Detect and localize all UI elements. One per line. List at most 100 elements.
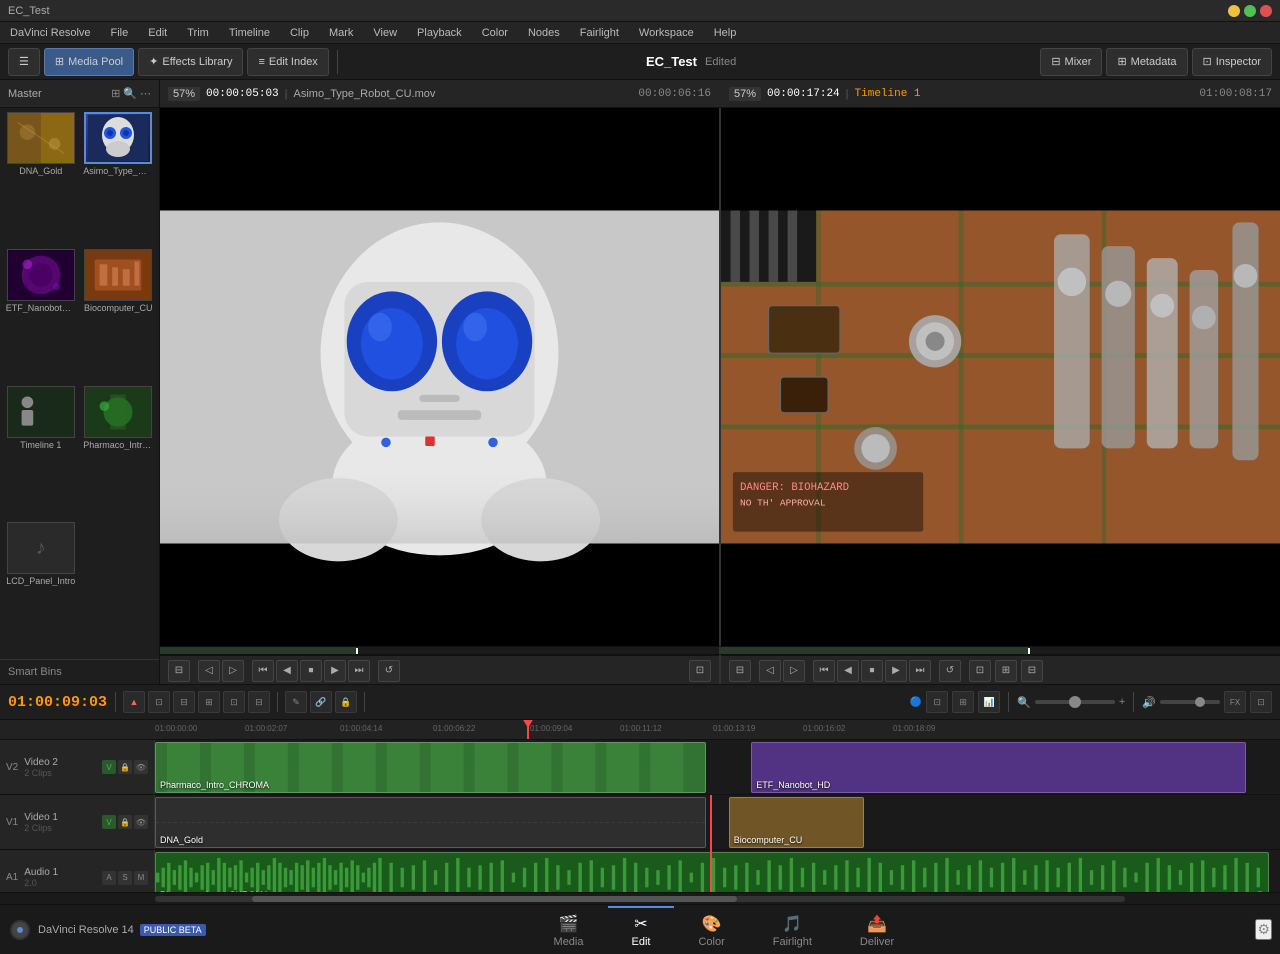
menu-view[interactable]: View bbox=[369, 25, 401, 41]
media-pool-icon: ⊞ bbox=[55, 55, 64, 68]
source-view-button[interactable]: ⊟ bbox=[168, 660, 190, 682]
v2-clip-pharmaco[interactable]: Pharmaco_Intro_CHROMA bbox=[155, 742, 706, 793]
menu-playback[interactable]: Playback bbox=[413, 25, 466, 41]
source-skip-end-button[interactable]: ⏭ bbox=[348, 660, 370, 682]
program-rewind-button[interactable]: ◀ bbox=[837, 660, 859, 682]
v1-eye-icon[interactable]: 👁 bbox=[134, 815, 148, 829]
program-fullscreen-button[interactable]: ⊡ bbox=[969, 660, 991, 682]
source-prev-mark-button[interactable]: ◁ bbox=[198, 660, 220, 682]
v2-clip-etf[interactable]: ETF_Nanobot_HD bbox=[751, 742, 1246, 793]
v1-clip-bio[interactable]: Biocomputer_CU bbox=[729, 797, 864, 848]
media-item-lcd[interactable]: ♪ LCD_Panel_Intro bbox=[4, 522, 78, 655]
pen-tool-button[interactable]: ✎ bbox=[285, 691, 307, 713]
edit-index-button[interactable]: ≡ Edit Index bbox=[247, 48, 328, 76]
volume-slider[interactable] bbox=[1160, 700, 1220, 704]
trim-tool-button[interactable]: ⊡ bbox=[148, 691, 170, 713]
menu-help[interactable]: Help bbox=[710, 25, 741, 41]
dynamic-trim-button[interactable]: ⊟ bbox=[173, 691, 195, 713]
source-stop-button[interactable]: ⏹ bbox=[300, 660, 322, 682]
nav-item-color[interactable]: 🎨 Color bbox=[674, 906, 748, 954]
program-next-button[interactable]: ▷ bbox=[783, 660, 805, 682]
media-item-asimo[interactable]: Asimo_Type_Robot_CU bbox=[82, 112, 156, 245]
nav-item-media[interactable]: 🎬 Media bbox=[530, 906, 608, 954]
timeline-zoom-slider[interactable] bbox=[1035, 700, 1115, 704]
program-play-button[interactable]: ▶ bbox=[885, 660, 907, 682]
scroll-thumb[interactable] bbox=[252, 896, 737, 902]
program-skip-start-button[interactable]: ⏮ bbox=[813, 660, 835, 682]
menu-workspace[interactable]: Workspace bbox=[635, 25, 698, 41]
lock-button[interactable]: 🔒 bbox=[335, 691, 357, 713]
v2-lock-icon[interactable]: 🔒 bbox=[118, 760, 132, 774]
source-skip-start-button[interactable]: ⏮ bbox=[252, 660, 274, 682]
v1-lock-icon[interactable]: 🔒 bbox=[118, 815, 132, 829]
ruler-marks: 01:00:00:00 01:00:02:07 01:00:04:14 01:0… bbox=[155, 720, 1280, 739]
metadata-button[interactable]: ⊞ Metadata bbox=[1106, 48, 1187, 76]
sidebar-search-icon[interactable]: 🔍 bbox=[123, 87, 137, 100]
menu-trim[interactable]: Trim bbox=[183, 25, 213, 41]
program-loop-button[interactable]: ↺ bbox=[939, 660, 961, 682]
minimize-button[interactable] bbox=[1228, 5, 1240, 17]
a1-clip-audio[interactable]: Pharmaco_Intro_CHROMA ▼ bbox=[155, 852, 1269, 892]
effects-library-button[interactable]: ✦ Effects Library bbox=[138, 48, 243, 76]
source-loop-button[interactable]: ↺ bbox=[378, 660, 400, 682]
program-zoom-level[interactable]: 57% bbox=[729, 87, 761, 101]
media-item-etf[interactable]: ETF_Nanobot_HD bbox=[4, 249, 78, 382]
program-stop-button[interactable]: ⏹ bbox=[861, 660, 883, 682]
settings-button[interactable]: ⚙ bbox=[1255, 919, 1272, 940]
menu-fairlight[interactable]: Fairlight bbox=[576, 25, 623, 41]
menu-davinci[interactable]: DaVinci Resolve bbox=[6, 25, 95, 41]
audio-meter-button[interactable]: 📊 bbox=[978, 691, 1000, 713]
blade-button[interactable]: ⊞ bbox=[198, 691, 220, 713]
a1-active-toggle[interactable]: A bbox=[102, 871, 116, 885]
a1-solo-icon[interactable]: S bbox=[118, 871, 132, 885]
source-fullscreen-button[interactable]: ⊡ bbox=[689, 660, 711, 682]
menu-mark[interactable]: Mark bbox=[325, 25, 357, 41]
source-mark-in-button[interactable]: ▷ bbox=[222, 660, 244, 682]
source-play-button[interactable]: ▶ bbox=[324, 660, 346, 682]
slip-button[interactable]: ⊡ bbox=[223, 691, 245, 713]
nav-item-deliver[interactable]: 📤 Deliver bbox=[836, 906, 918, 954]
program-prev-button[interactable]: ◁ bbox=[759, 660, 781, 682]
close-button[interactable] bbox=[1260, 5, 1272, 17]
v1-active-toggle[interactable]: V bbox=[102, 815, 116, 829]
program-ext-button[interactable]: ⊟ bbox=[1021, 660, 1043, 682]
hamburger-menu-button[interactable]: ☰ bbox=[8, 48, 40, 76]
source-monitor[interactable] bbox=[160, 108, 719, 646]
sidebar-more-icon[interactable]: ⋯ bbox=[140, 87, 151, 100]
program-monitor[interactable]: DANGER: BIOHAZARD NO TH' APPROVAL bbox=[721, 108, 1280, 646]
menu-clip[interactable]: Clip bbox=[286, 25, 313, 41]
fx-button[interactable]: FX bbox=[1224, 691, 1246, 713]
a1-mute-icon[interactable]: M bbox=[134, 871, 148, 885]
nav-item-edit[interactable]: ✂ Edit bbox=[608, 906, 675, 954]
v2-active-toggle[interactable]: V bbox=[102, 760, 116, 774]
source-zoom-level[interactable]: 57% bbox=[168, 87, 200, 101]
menu-file[interactable]: File bbox=[107, 25, 133, 41]
timeline-view-button[interactable]: ⊞ bbox=[952, 691, 974, 713]
menu-edit[interactable]: Edit bbox=[144, 25, 171, 41]
sidebar-view-icon[interactable]: ⊞ bbox=[111, 87, 120, 100]
program-view-button[interactable]: ⊟ bbox=[729, 660, 751, 682]
select-tool-button[interactable]: ▲ bbox=[123, 691, 145, 713]
media-item-timeline1[interactable]: Timeline 1 bbox=[4, 386, 78, 519]
v2-eye-icon[interactable]: 👁 bbox=[134, 760, 148, 774]
media-item-pharmaco[interactable]: Pharmaco_Intro_CHROMA bbox=[82, 386, 156, 519]
clip-effects-button[interactable]: ⊡ bbox=[1250, 691, 1272, 713]
menu-timeline[interactable]: Timeline bbox=[225, 25, 274, 41]
menu-color[interactable]: Color bbox=[478, 25, 512, 41]
program-skip-end-button[interactable]: ⏭ bbox=[909, 660, 931, 682]
menu-nodes[interactable]: Nodes bbox=[524, 25, 564, 41]
v1-clip-dna[interactable]: DNA_Gold bbox=[155, 797, 706, 848]
program-pip-button[interactable]: ⊞ bbox=[995, 660, 1017, 682]
slide-button[interactable]: ⊟ bbox=[248, 691, 270, 713]
snapping-button[interactable]: ⊡ bbox=[926, 691, 948, 713]
nav-item-fairlight[interactable]: 🎵 Fairlight bbox=[749, 906, 836, 954]
link-button[interactable]: 🔗 bbox=[310, 691, 332, 713]
source-rewind-button[interactable]: ◀ bbox=[276, 660, 298, 682]
smart-bins[interactable]: Smart Bins bbox=[0, 659, 159, 684]
maximize-button[interactable] bbox=[1244, 5, 1256, 17]
mixer-button[interactable]: ⊟ Mixer bbox=[1040, 48, 1102, 76]
media-item-bio[interactable]: Biocomputer_CU bbox=[82, 249, 156, 382]
media-pool-button[interactable]: ⊞ Media Pool bbox=[44, 48, 134, 76]
inspector-button[interactable]: ⊡ Inspector bbox=[1192, 48, 1272, 76]
media-item-dna-gold[interactable]: DNA_Gold bbox=[4, 112, 78, 245]
